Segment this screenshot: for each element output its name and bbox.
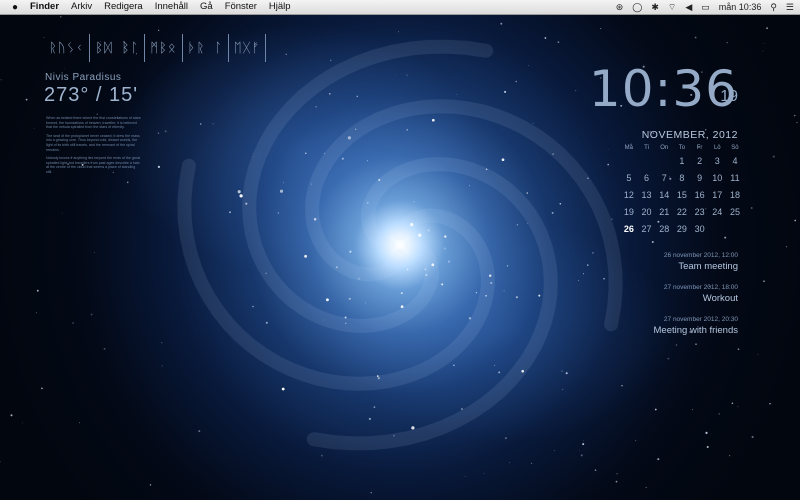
calendar-day: 30 <box>694 224 705 234</box>
calendar-day: 9 <box>697 173 703 183</box>
glyph-divider <box>265 34 267 62</box>
calendar-day: 18 <box>729 190 740 200</box>
lore-paragraph: Nobody knows if anything lies beyond the… <box>46 156 141 174</box>
weekday-label: Lö <box>713 145 721 151</box>
glyph-word: ᛖᚷᚠ <box>233 40 261 56</box>
calendar-day: 19 <box>623 207 634 217</box>
calendar-day: 6 <box>644 173 650 183</box>
menubar-clock[interactable]: mån 10:36 <box>719 0 762 14</box>
calendar-day: 3 <box>714 156 720 166</box>
event-item: 27 november 2012, 18:00 Workout <box>558 284 738 304</box>
calendar-day <box>708 221 726 238</box>
calendar-week-row: 19 20 21 22 23 24 25 <box>620 204 744 221</box>
calendar-day-today: 26 <box>623 224 634 234</box>
calendar-day <box>726 221 744 238</box>
clock-time: 10:36 <box>588 60 738 118</box>
event-list: 26 november 2012, 12:00 Team meeting 27 … <box>558 252 738 348</box>
calendar-week-row: 1 2 3 4 <box>620 153 744 170</box>
calendar-day <box>638 153 656 170</box>
lore-paragraph: When as twisted there where the first co… <box>46 116 141 130</box>
calendar-weekday-row: Må Ti On To Fr Lö Sö <box>620 143 744 153</box>
weekday-label: Sö <box>731 145 739 151</box>
weekday-label: To <box>678 145 686 151</box>
chat-icon[interactable]: ◯ <box>632 0 642 14</box>
calendar-day: 28 <box>659 224 670 234</box>
calendar-day: 16 <box>694 190 705 200</box>
calendar-day: 15 <box>676 190 687 200</box>
calendar-day: 13 <box>641 190 652 200</box>
event-title: Team meeting <box>678 261 738 272</box>
glyph-word: ᛗᛒᛟ <box>150 40 177 56</box>
calendar-week-row: 5 6 7 8 9 10 11 <box>620 170 744 187</box>
weekday-label: Fr <box>696 145 703 151</box>
calendar-day: 5 <box>626 173 632 183</box>
weekday-label: Ti <box>644 145 649 151</box>
calendar-week-row: 26 27 28 29 30 <box>620 221 744 238</box>
wifi-icon[interactable]: ⌔ <box>668 0 676 14</box>
glyph-word: ᚱᚢᛊᚲ <box>49 40 85 56</box>
lore-paragraph: The seat of the protoplanet never ceased… <box>46 133 140 152</box>
spotlight-icon[interactable]: ⚲ <box>770 0 777 14</box>
calendar-day: 17 <box>712 190 723 200</box>
calendar-week-row: 12 13 14 15 16 17 18 <box>620 187 744 204</box>
calendar-day: 10 <box>712 173 723 183</box>
record-icon[interactable]: ⊛ <box>616 0 624 14</box>
event-item: 27 november 2012, 20:30 Meeting with fri… <box>558 316 738 336</box>
coordinates-readout: 273° / 15' <box>44 84 139 106</box>
calendar-day <box>620 153 638 170</box>
menu-item-hjalp[interactable]: Hjälp <box>263 0 297 14</box>
menu-app-name[interactable]: Finder <box>24 0 65 14</box>
calendar-month-title: NOVEMBER, 2012 <box>641 129 738 141</box>
glyph-word: ᚦᚱ ᛚ <box>187 40 223 56</box>
weekday-label: Må <box>624 145 634 151</box>
event-title: Meeting with friends <box>653 325 738 336</box>
calendar-day: 23 <box>694 207 705 217</box>
event-item: 26 november 2012, 12:00 Team meeting <box>558 252 738 272</box>
calendar-day: 8 <box>679 173 685 183</box>
calendar-grid: Må Ti On To Fr Lö Sö 1 2 3 4 5 6 7 8 9 1… <box>620 143 744 238</box>
volume-icon[interactable]: ◀ <box>685 0 692 14</box>
calendar-day: 2 <box>697 156 703 166</box>
clock-seconds: 19 <box>720 88 738 105</box>
event-time: 27 november 2012, 18:00 <box>663 284 738 291</box>
menu-item-innehall[interactable]: Innehåll <box>149 0 194 14</box>
calendar-day: 14 <box>659 190 670 200</box>
event-title: Workout <box>702 293 738 304</box>
calendar-day: 1 <box>679 156 685 166</box>
menu-item-ga[interactable]: Gå <box>194 0 219 14</box>
battery-icon[interactable]: ▭ <box>701 0 710 14</box>
bluetooth-icon[interactable]: ✱ <box>651 0 659 14</box>
calendar-day <box>655 153 673 170</box>
glyph-word: ᛒᛞ ᛒᛚ <box>95 40 140 56</box>
calendar-day: 22 <box>676 207 687 217</box>
weekday-label: On <box>660 145 669 151</box>
calendar-day: 27 <box>641 224 652 234</box>
calendar-day: 12 <box>623 190 634 200</box>
notification-center-icon[interactable]: ☰ <box>786 0 794 14</box>
menu-item-arkiv[interactable]: Arkiv <box>65 0 98 14</box>
calendar-day: 4 <box>732 156 738 166</box>
calendar-day: 25 <box>729 207 740 217</box>
calendar-day: 21 <box>659 207 670 217</box>
apple-menu-icon[interactable]: ● <box>6 2 24 13</box>
calendar-day: 24 <box>712 207 723 217</box>
calendar-day: 11 <box>730 173 740 183</box>
calendar-day: 7 <box>661 173 667 183</box>
calendar-day: 20 <box>641 207 652 217</box>
lore-text: When as twisted there where the first co… <box>46 116 142 179</box>
menu-item-fonster[interactable]: Fönster <box>219 0 263 14</box>
menubar: ● Finder Arkiv Redigera Innehåll Gå Föns… <box>0 0 800 15</box>
glyph-banner: ᚱᚢᛊᚲ ᛒᛞ ᛒᛚ ᛗᛒᛟ ᚦᚱ ᛚ ᛖᚷᚠ <box>44 34 267 62</box>
place-name: Nivis Paradisus <box>45 72 122 83</box>
calendar-day: 29 <box>676 224 687 234</box>
event-time: 26 november 2012, 12:00 <box>663 252 738 259</box>
event-time: 27 november 2012, 20:30 <box>663 316 738 323</box>
menu-item-redigera[interactable]: Redigera <box>98 0 149 14</box>
